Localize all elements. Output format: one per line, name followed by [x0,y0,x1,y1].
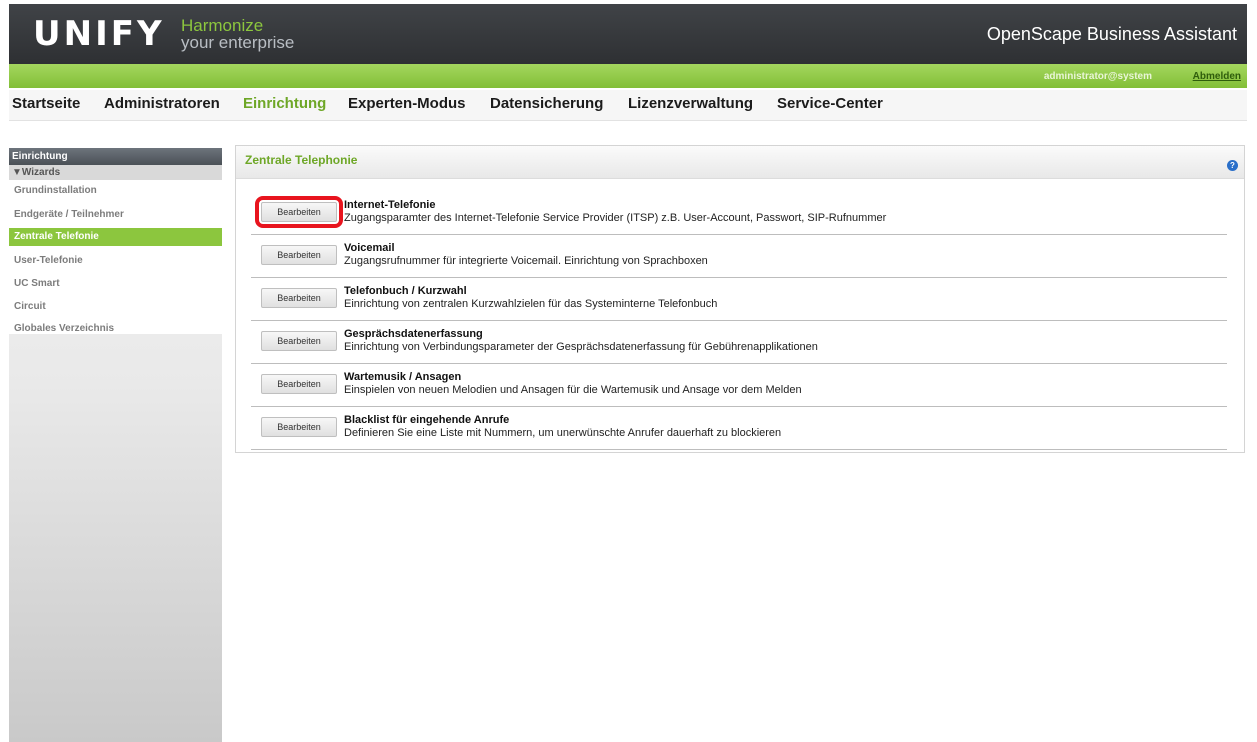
item-title: Telefonbuch / Kurzwahl [344,285,467,297]
nav-lizenzverwaltung[interactable]: Lizenzverwaltung [628,95,753,112]
user-bar: administrator@system Abmelden [9,64,1247,88]
panel-title: Zentrale Telephonie [245,153,358,167]
sidebar-heading: Einrichtung [9,148,222,165]
item-description: Einrichtung von Verbindungsparameter der… [344,341,818,353]
list-item: Bearbeiten Wartemusik / Ansagen Einspiel… [251,363,1227,407]
list-item: Bearbeiten Voicemail Zugangsrufnummer fü… [251,234,1227,278]
unify-logo: UNIFY [33,14,165,54]
content-panel: Zentrale Telephonie ? Bearbeiten Interne… [235,145,1245,453]
tagline-line2: your enterprise [181,33,295,52]
item-title: Wartemusik / Ansagen [344,371,462,383]
sidebar-item-user-telefonie[interactable]: User-Telefonie [9,252,222,270]
sidebar-item-globales-verzeichnis[interactable]: Globales Verzeichnis [9,320,222,338]
item-title: Voicemail [344,242,395,254]
product-title: OpenScape Business Assistant [986,24,1237,44]
list-item: Bearbeiten Internet-Telefonie Zugangspar… [251,191,1227,235]
logout-link[interactable]: Abmelden [1193,71,1241,82]
nav-service-center[interactable]: Service-Center [777,95,883,112]
item-title: Internet-Telefonie [344,199,436,211]
current-user: administrator@system [1043,71,1152,82]
nav-datensicherung[interactable]: Datensicherung [490,95,603,112]
help-icon[interactable]: ? [1227,160,1238,171]
nav-einrichtung[interactable]: Einrichtung [243,95,326,112]
sidebar-item-zentrale-telefonie[interactable]: Zentrale Telefonie [9,228,222,246]
edit-voicemail-button[interactable]: Bearbeiten [261,245,337,265]
item-description: Einspielen von neuen Melodien und Ansage… [344,384,802,396]
item-description: Einrichtung von zentralen Kurzwahlzielen… [344,298,718,310]
sidebar: Einrichtung ▼Wizards Grundinstallation E… [9,148,222,742]
item-title: Blacklist für eingehende Anrufe [344,414,510,426]
sidebar-item-uc-smart[interactable]: UC Smart [9,275,222,293]
tagline: Harmonize your enterprise [181,17,294,51]
list-item: Bearbeiten Telefonbuch / Kurzwahl Einric… [251,277,1227,321]
main-nav: Startseite Administratoren Einrichtung E… [9,90,1247,121]
item-description: Definieren Sie eine Liste mit Nummern, u… [344,427,782,439]
list-item: Bearbeiten Blacklist für eingehende Anru… [251,406,1227,450]
list-item: Bearbeiten Gesprächsdatenerfassung Einri… [251,320,1227,364]
nav-administratoren[interactable]: Administratoren [104,95,220,112]
nav-startseite[interactable]: Startseite [12,95,80,112]
edit-telefonbuch-button[interactable]: Bearbeiten [261,288,337,308]
app-header: UNIFY Harmonize your enterprise OpenScap… [9,4,1247,64]
edit-gespraechsdaten-button[interactable]: Bearbeiten [261,331,337,351]
edit-wartemusik-button[interactable]: Bearbeiten [261,374,337,394]
panel-header: Zentrale Telephonie ? [236,146,1244,179]
sidebar-group-wizards[interactable]: ▼Wizards [9,165,222,180]
sidebar-item-circuit[interactable]: Circuit [9,298,222,316]
edit-blacklist-button[interactable]: Bearbeiten [261,417,337,437]
edit-internet-telefonie-button[interactable]: Bearbeiten [255,196,343,228]
item-title: Gesprächsdatenerfassung [344,328,483,340]
item-description: Zugangsrufnummer für integrierte Voicema… [344,255,708,267]
tagline-line1: Harmonize [181,16,264,35]
sidebar-item-grundinstallation[interactable]: Grundinstallation [9,182,222,200]
nav-experten-modus[interactable]: Experten-Modus [348,95,466,112]
sidebar-item-endgeraete[interactable]: Endgeräte / Teilnehmer [9,206,222,224]
item-description: Zugangsparamter des Internet-Telefonie S… [344,212,887,224]
